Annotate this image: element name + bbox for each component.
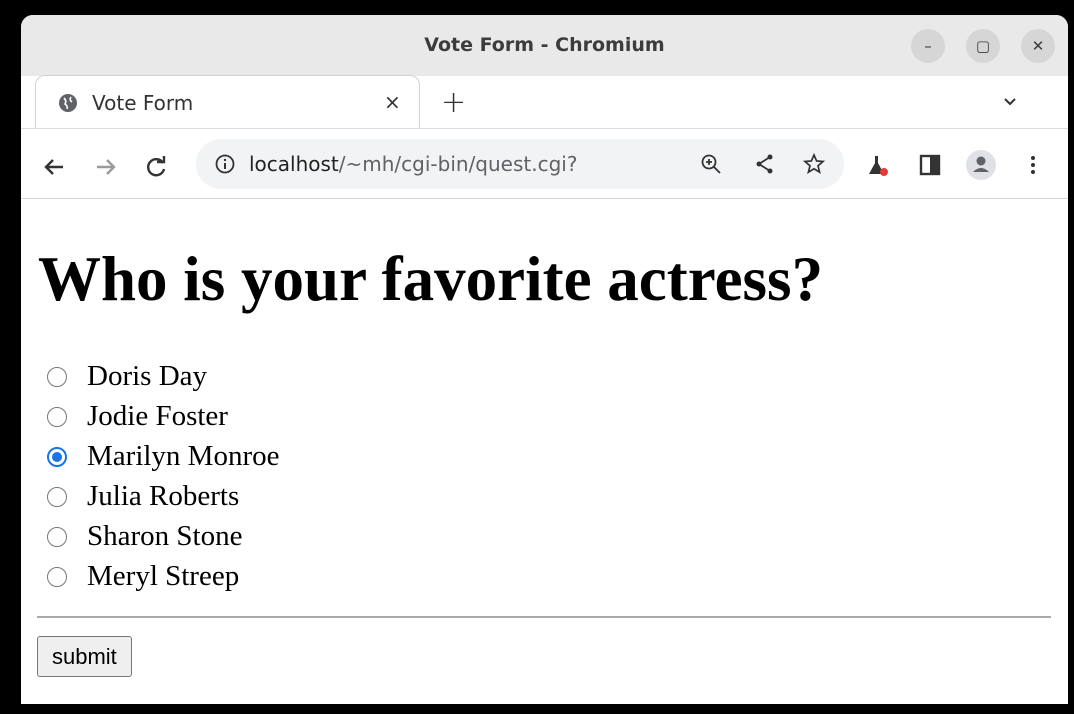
chevron-down-icon[interactable] [999,91,1021,113]
share-icon[interactable] [754,153,776,175]
tab-close-button[interactable]: × [384,90,401,114]
url-text[interactable]: localhost/~mh/cgi-bin/quest.cgi? [249,152,577,176]
tab-label: Vote Form [92,91,194,115]
profile-avatar-icon[interactable] [966,150,996,180]
option-label: Julia Roberts [87,480,240,512]
option-label: Jodie Foster [87,400,228,432]
new-tab-button[interactable]: + [441,85,466,120]
radio-button[interactable] [47,567,67,587]
url-host: localhost [249,152,339,176]
option-label: Marilyn Monroe [87,440,280,472]
star-icon[interactable] [803,153,825,175]
side-panel-icon[interactable] [918,153,942,177]
tab-vote-form[interactable]: Vote Form × [35,75,420,129]
option-label: Meryl Streep [87,560,240,592]
info-icon[interactable] [214,153,236,175]
address-bar[interactable]: localhost/~mh/cgi-bin/quest.cgi? [196,139,844,189]
title-bar: Vote Form - Chromium – ▢ ✕ [21,15,1068,76]
horizontal-rule [37,616,1051,618]
reload-icon[interactable] [143,154,169,180]
submit-button[interactable]: submit [37,636,132,677]
radio-button[interactable] [47,487,67,507]
back-arrow-icon[interactable] [41,154,67,180]
radio-button[interactable] [47,367,67,387]
labs-flask-icon[interactable] [866,153,890,177]
minimize-button[interactable]: – [911,29,945,63]
radio-button[interactable] [47,407,67,427]
zoom-icon[interactable] [700,153,722,175]
globe-icon [59,94,77,112]
page-heading: Who is your favorite actress? [38,244,824,314]
radio-button-selected[interactable] [47,447,67,467]
more-menu-icon[interactable] [1021,153,1045,177]
url-path: /~mh/cgi-bin/quest.cgi? [338,152,578,176]
close-window-button[interactable]: ✕ [1021,29,1055,63]
option-label: Doris Day [87,360,208,392]
browser-window: Vote Form - Chromium – ▢ ✕ Vote Form × + [21,15,1068,704]
option-label: Sharon Stone [87,520,243,552]
maximize-button[interactable]: ▢ [966,29,1000,63]
page-content: Who is your favorite actress? Doris Day … [21,199,1068,704]
browser-toolbar: localhost/~mh/cgi-bin/quest.cgi? [21,128,1068,199]
radio-button[interactable] [47,527,67,547]
forward-arrow-icon[interactable] [93,154,119,180]
